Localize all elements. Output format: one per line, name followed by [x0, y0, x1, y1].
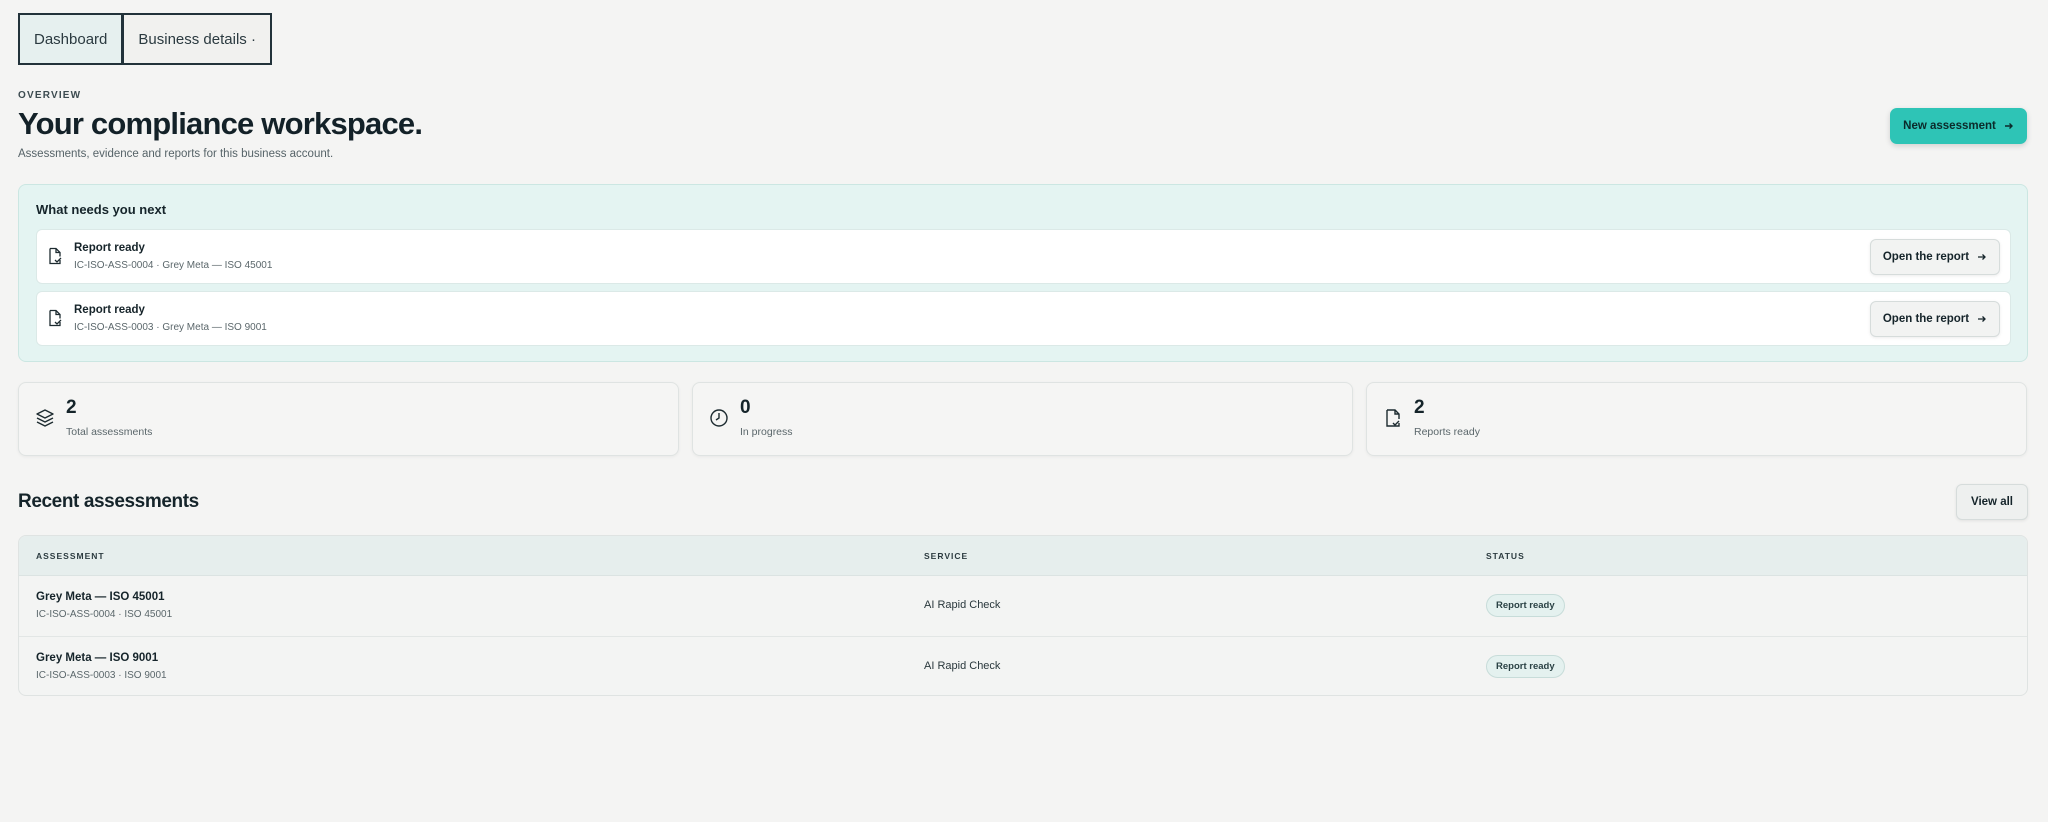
new-assessment-label: New assessment: [1903, 120, 1996, 132]
table-row[interactable]: Grey Meta — ISO 9001 IC-ISO-ASS-0003 · I…: [19, 636, 2027, 695]
clock-icon: [709, 408, 729, 428]
open-report-button[interactable]: Open the report: [1870, 301, 2000, 337]
stat-card-reports-ready: 2 Reports ready: [1366, 382, 2027, 456]
stat-label: Total assessments: [66, 426, 153, 438]
column-header-service[interactable]: SERVICE: [924, 551, 968, 561]
view-all-button[interactable]: View all: [1956, 484, 2028, 520]
table-row[interactable]: Grey Meta — ISO 45001 IC-ISO-ASS-0004 · …: [19, 576, 2027, 636]
section-eyebrow: OVERVIEW: [18, 90, 82, 101]
next-actions-panel: What needs you next Report ready IC-ISO-…: [18, 184, 2028, 362]
document-check-icon: [48, 247, 62, 265]
assessment-name: Grey Meta — ISO 45001: [36, 591, 165, 603]
tab-business-details[interactable]: Business details ·: [123, 13, 272, 65]
next-action-title: Report ready: [74, 304, 145, 316]
stat-value: 0: [740, 397, 751, 418]
stat-label: In progress: [740, 426, 793, 438]
next-actions-title: What needs you next: [36, 202, 167, 217]
column-header-status[interactable]: STATUS: [1486, 551, 1525, 561]
arrow-right-icon: [1977, 314, 1987, 324]
stat-card-total: 2 Total assessments: [18, 382, 679, 456]
document-check-icon: [48, 309, 62, 327]
assessment-service: AI Rapid Check: [924, 599, 1001, 611]
next-action-title: Report ready: [74, 242, 145, 254]
status-badge: Report ready: [1486, 655, 1565, 678]
status-badge: Report ready: [1486, 594, 1565, 617]
arrow-right-icon: [1977, 252, 1987, 262]
next-action-detail: IC-ISO-ASS-0003 · Grey Meta — ISO 9001: [74, 322, 267, 333]
new-assessment-button[interactable]: New assessment: [1890, 108, 2027, 144]
assessment-id: IC-ISO-ASS-0003 · ISO 9001: [36, 670, 167, 681]
tab-dashboard[interactable]: Dashboard: [18, 13, 124, 65]
column-header-assessment[interactable]: ASSESSMENT: [36, 551, 105, 561]
page-subtitle: Assessments, evidence and reports for th…: [18, 148, 334, 160]
recent-assessments-title: Recent assessments: [18, 491, 199, 512]
document-check-icon: [1383, 408, 1403, 428]
stat-value: 2: [66, 397, 77, 418]
open-report-label: Open the report: [1882, 313, 1970, 325]
assessment-id: IC-ISO-ASS-0004 · ISO 45001: [36, 609, 173, 620]
stat-value: 2: [1414, 397, 1425, 418]
assessments-table: ASSESSMENT SERVICE STATUS Grey Meta — IS…: [18, 535, 2028, 696]
next-action-detail: IC-ISO-ASS-0004 · Grey Meta — ISO 45001: [74, 260, 273, 271]
top-tabs: Dashboard Business details ·: [18, 13, 272, 65]
layers-icon: [35, 408, 55, 428]
stat-label: Reports ready: [1414, 426, 1480, 438]
open-report-label: Open the report: [1882, 251, 1970, 263]
open-report-button[interactable]: Open the report: [1870, 239, 2000, 275]
next-action-item: Report ready IC-ISO-ASS-0004 · Grey Meta…: [36, 229, 2011, 284]
assessment-service: AI Rapid Check: [924, 660, 1001, 672]
arrow-right-icon: [2004, 121, 2014, 131]
assessment-name: Grey Meta — ISO 9001: [36, 652, 159, 664]
stat-card-in-progress: 0 In progress: [692, 382, 1353, 456]
next-action-item: Report ready IC-ISO-ASS-0003 · Grey Meta…: [36, 291, 2011, 346]
page-title: Your compliance workspace.: [18, 106, 423, 141]
table-header: ASSESSMENT SERVICE STATUS: [19, 536, 2027, 576]
